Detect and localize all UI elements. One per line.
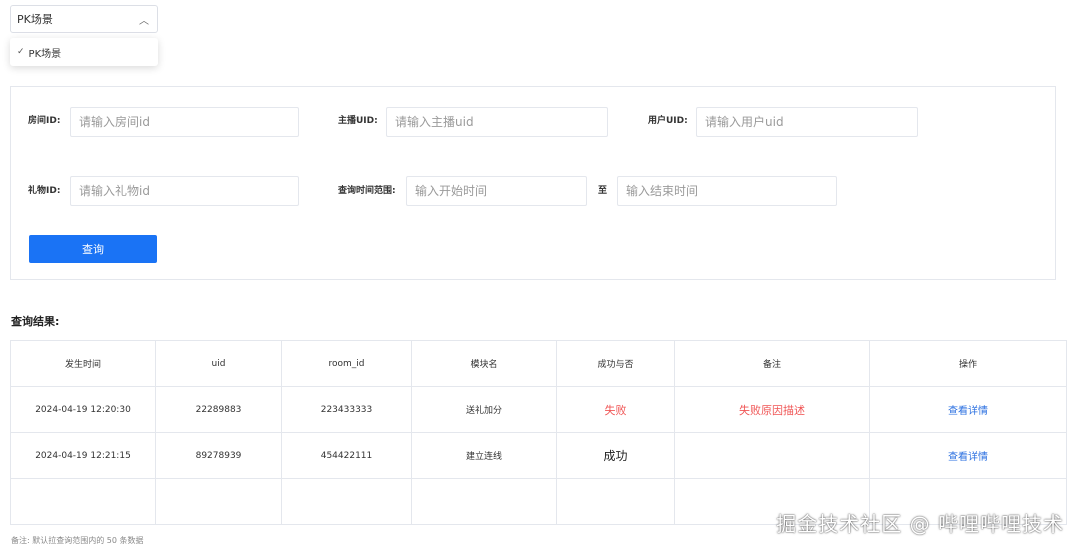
table-row: 2024-04-19 12:20:30 22289883 223433333 送…: [10, 386, 1067, 433]
table-header-row: 发生时间 uid room_id 模块名 成功与否 备注 操作: [10, 340, 1067, 387]
column-header: uid: [155, 340, 282, 387]
status-text: 失败: [604, 403, 627, 417]
anchor-uid-label: 主播UID:: [338, 116, 378, 126]
room-id-label: 房间ID:: [28, 116, 61, 126]
action-cell: 查看详情: [869, 386, 1067, 433]
status-cell: 失败: [556, 386, 675, 433]
results-table: 发生时间 uid room_id 模块名 成功与否 备注 操作 2024-04-…: [10, 340, 1067, 525]
chevron-up-icon: ︿: [139, 15, 149, 27]
status-cell: 成功: [556, 432, 675, 479]
footnote: 备注: 默认拉查询范围内的 50 条数据: [11, 536, 144, 545]
empty-cell: [155, 478, 282, 525]
time-cell: 2024-04-19 12:21:15: [10, 432, 156, 479]
remark-cell: [674, 432, 870, 479]
module-cell: 建立连线: [411, 432, 557, 479]
scene-option[interactable]: ✓ PK场景: [10, 38, 158, 66]
gift-id-input[interactable]: [70, 176, 299, 206]
column-header: 备注: [674, 340, 870, 387]
start-time-input[interactable]: [406, 176, 587, 206]
module-cell: 送礼加分: [411, 386, 557, 433]
empty-cell: [10, 478, 156, 525]
column-header: 操作: [869, 340, 1067, 387]
scene-select-value: PK场景: [17, 13, 53, 26]
filter-panel: 房间ID: 主播UID: 用户UID: 礼物ID: 查询时间范围: 至 查询: [10, 86, 1056, 280]
action-cell: 查看详情: [869, 432, 1067, 479]
view-details-link[interactable]: 查看详情: [948, 452, 988, 463]
remark-text: 失败原因描述: [739, 403, 805, 417]
query-button[interactable]: 查询: [29, 235, 157, 263]
uid-cell: 22289883: [155, 386, 282, 433]
column-header: 模块名: [411, 340, 557, 387]
column-header: 成功与否: [556, 340, 675, 387]
time-cell: 2024-04-19 12:20:30: [10, 386, 156, 433]
results-title: 查询结果:: [11, 315, 60, 328]
gift-id-label: 礼物ID:: [28, 186, 61, 196]
user-uid-input[interactable]: [696, 107, 918, 137]
time-range-label: 查询时间范围:: [338, 186, 396, 196]
anchor-uid-input[interactable]: [386, 107, 608, 137]
empty-cell: [281, 478, 412, 525]
uid-cell: 89278939: [155, 432, 282, 479]
scene-select[interactable]: PK场景 ︿: [10, 5, 158, 33]
user-uid-label: 用户UID:: [648, 116, 688, 126]
room-id-input[interactable]: [70, 107, 299, 137]
status-text: 成功: [603, 449, 628, 463]
room-id-cell: 454422111: [281, 432, 412, 479]
room-id-cell: 223433333: [281, 386, 412, 433]
column-header: 发生时间: [10, 340, 156, 387]
time-range-separator: 至: [598, 186, 608, 196]
table-row: 2024-04-19 12:21:15 89278939 454422111 建…: [10, 432, 1067, 479]
remark-cell: 失败原因描述: [674, 386, 870, 433]
watermark: 掘金技术社区 @ 哔哩哔哩技术: [776, 512, 1064, 536]
page: PK场景 ︿ ✓ PK场景 房间ID: 主播UID: 用户UID: 礼物ID: …: [0, 0, 1080, 554]
empty-cell: [556, 478, 675, 525]
empty-cell: [411, 478, 557, 525]
column-header: room_id: [281, 340, 412, 387]
end-time-input[interactable]: [617, 176, 837, 206]
check-icon: ✓: [17, 47, 25, 57]
view-details-link[interactable]: 查看详情: [948, 406, 988, 417]
scene-option-label: PK场景: [28, 48, 62, 60]
